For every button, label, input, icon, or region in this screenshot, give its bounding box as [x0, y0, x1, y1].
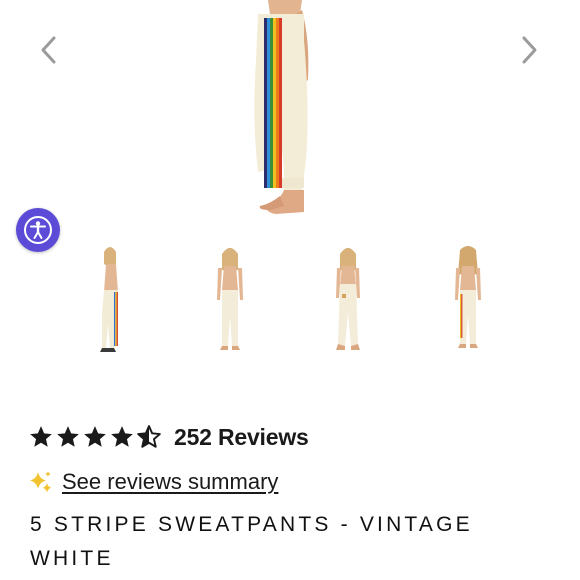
- thumbnail-4[interactable]: [438, 244, 498, 356]
- accessibility-icon: [24, 216, 52, 244]
- rating-stars: [28, 424, 162, 450]
- thumbnail-1[interactable]: [80, 244, 140, 356]
- product-image-carousel: [0, 0, 580, 230]
- next-image-button[interactable]: [510, 30, 550, 70]
- product-rating[interactable]: 252 Reviews: [28, 420, 309, 454]
- chevron-right-icon: [522, 36, 537, 64]
- thumbnail-strip: [60, 244, 540, 364]
- sparkles-icon: [30, 471, 52, 493]
- thumbnail-3[interactable]: [318, 244, 378, 356]
- star-full-icon: [84, 426, 106, 447]
- accessibility-button[interactable]: [16, 208, 60, 252]
- see-reviews-summary-link[interactable]: See reviews summary: [62, 469, 278, 495]
- previous-image-button[interactable]: [28, 30, 68, 70]
- thumbnail-2[interactable]: [200, 244, 260, 356]
- star-half-icon: [137, 425, 161, 448]
- reviews-summary[interactable]: See reviews summary: [28, 466, 278, 498]
- chevron-left-icon: [41, 36, 56, 64]
- star-full-icon: [30, 426, 52, 447]
- star-full-icon: [111, 426, 133, 447]
- product-main-image: [254, 0, 309, 214]
- star-full-icon: [57, 426, 79, 447]
- review-count[interactable]: 252 Reviews: [174, 424, 309, 451]
- product-title: 5 STRIPE SWEATPANTS - VINTAGE WHITE: [30, 513, 473, 570]
